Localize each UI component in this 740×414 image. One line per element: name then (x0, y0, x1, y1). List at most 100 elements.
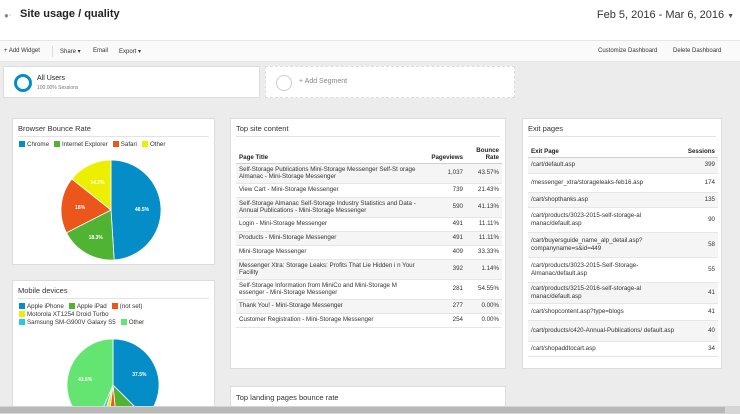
mobile-pie-chart: 37.5% 43.5% (66, 338, 160, 413)
scrollbar-thumb[interactable] (0, 407, 725, 413)
table-row[interactable]: Thank You! - Mini-Storage Messenger 277 0.… (236, 299, 502, 314)
sessions-cell: 135 (678, 192, 718, 208)
table-row[interactable]: Messenger Xtra: Storage Leaks: Profits T… (236, 259, 502, 280)
sessions-cell: 34 (678, 341, 718, 357)
exit-page-cell[interactable]: /cart/products/3023-2015-Self-Storage-Al… (528, 257, 678, 283)
segment-share: 100.00% Sessions (37, 85, 79, 91)
sessions-cell: 41 (678, 282, 718, 304)
widget-mobile-devices: Mobile devices Apple iPhone Apple iPad (no… (12, 280, 215, 414)
exit-page-cell[interactable]: /cart/default.asp (528, 157, 678, 174)
page-title-cell[interactable]: View Cart - Mini-Storage Messenger (236, 183, 424, 198)
delete-dashboard-button[interactable]: Delete Dashboard (673, 48, 721, 54)
add-segment-button[interactable]: + Add Segment (265, 66, 515, 98)
page-title-cell[interactable]: Self-Storage Information from MiniCo and… (236, 279, 424, 300)
browser-legend: Chrome Internet Explorer Safari Other (19, 141, 170, 149)
legend-swatch (19, 311, 25, 317)
table-row[interactable]: Self-Storage Almanac Self-Storage Indust… (236, 197, 502, 218)
table-row[interactable]: /cart/products/3023-2015-Self-Storage-Al… (528, 257, 718, 283)
segment-all-users[interactable]: All Users 100.00% Sessions (3, 66, 260, 98)
pageviews-cell: 1,037 (424, 163, 466, 184)
pie-slice-label: 14.2% (90, 180, 105, 186)
segment-ring-icon (14, 74, 32, 92)
page-title-cell[interactable]: Messenger Xtra: Storage Leaks: Profits T… (236, 259, 424, 280)
table-row[interactable]: /cart/shopcontent.asp?type=blogs 41 (528, 303, 718, 321)
pageviews-cell: 491 (424, 231, 466, 246)
widget-exit-pages: Exit pages Exit Page Sessions /cart/defa… (522, 118, 722, 369)
person-icon: ●⋅ (4, 11, 12, 20)
legend-item-safari: Safari (112, 141, 137, 149)
exit-pages-table: Exit Page Sessions /cart/default.asp 399/… (528, 145, 718, 357)
segment-bar: All Users 100.00% Sessions + Add Segment (0, 62, 740, 102)
pie-slice-other[interactable] (66, 338, 114, 413)
pageviews-cell: 281 (424, 279, 466, 300)
table-row[interactable]: /cart/products/c420-Annual-Publications/… (528, 320, 718, 342)
email-button[interactable]: Email (93, 48, 108, 54)
export-button[interactable]: Export ▾ (119, 48, 141, 55)
table-row[interactable]: Login - Mini-Storage Messenger 491 11.11% (236, 217, 502, 232)
widget-browser-bounce-rate: Browser Bounce Rate Chrome Internet Explo… (12, 118, 215, 265)
bounce-rate-cell: 1.14% (466, 259, 502, 280)
widget-top-site-content: Top site content Page Title Pageviews Bo… (230, 118, 506, 369)
page-title-cell[interactable]: Self-Storage Almanac Self-Storage Indust… (236, 197, 424, 218)
table-row[interactable]: /messenger_xtra/storageleaks-feb16.asp 17… (528, 173, 718, 193)
date-range-picker[interactable]: Feb 5, 2016 - Mar 6, 2016 ▼ (597, 9, 734, 21)
exit-page-cell[interactable]: /cart/shopaddtocart.asp (528, 341, 678, 357)
widget-divider (18, 298, 209, 299)
pageviews-cell: 392 (424, 259, 466, 280)
column-header-bounce-rate: Bounce Rate (466, 145, 502, 164)
exit-page-cell[interactable]: /messenger_xtra/storageleaks-feb16.asp (528, 173, 678, 193)
page-title-cell[interactable]: Self-Storage Publications Mini-Storage M… (236, 163, 424, 184)
table-row[interactable]: Self-Storage Publications Mini-Storage M… (236, 163, 502, 184)
sessions-cell: 40 (678, 320, 718, 342)
table-row[interactable]: /cart/shopaddtocart.asp 34 (528, 341, 718, 357)
horizontal-scrollbar[interactable] (0, 406, 740, 414)
table-row[interactable]: /cart/default.asp 399 (528, 157, 718, 174)
segment-name: All Users (37, 75, 66, 82)
pageviews-cell: 491 (424, 217, 466, 232)
page-title-cell[interactable]: Thank You! - Mini-Storage Messenger (236, 299, 424, 314)
customize-dashboard-button[interactable]: Customize Dashboard (598, 48, 657, 54)
top-content-table: Page Title Pageviews Bounce Rate Self-Sto… (236, 145, 502, 328)
share-button[interactable]: Share ▾ (60, 48, 81, 55)
exit-page-cell[interactable]: /cart/products/3215-2016-self-storage-al… (528, 282, 678, 304)
legend-swatch (19, 141, 25, 147)
add-widget-button[interactable]: + Add Widget (4, 48, 40, 54)
exit-page-cell[interactable]: /cart/products/3023-2015-self-storage-al… (528, 207, 678, 233)
legend-item-other: Other (141, 141, 165, 149)
bounce-rate-cell: 0.00% (466, 299, 502, 314)
page-title-cell[interactable]: Mini-Storage Messenger (236, 245, 424, 260)
table-row[interactable]: /cart/products/3023-2015-self-storage-al… (528, 207, 718, 233)
legend-swatch (141, 141, 148, 147)
table-row[interactable]: Self-Storage Information from MiniCo and… (236, 279, 502, 300)
table-row[interactable]: Mini-Storage Messenger 409 33.33% (236, 245, 502, 260)
sessions-cell: 41 (678, 303, 718, 321)
table-row[interactable]: /cart/shopthanks.asp 135 (528, 192, 718, 208)
exit-page-cell[interactable]: /cart/buyersguide_name_alp_detail.asp? c… (528, 232, 678, 258)
column-header-pageviews: Pageviews (424, 145, 466, 164)
exit-page-cell[interactable]: /cart/shopcontent.asp?type=blogs (528, 303, 678, 321)
table-row[interactable]: /cart/buyersguide_name_alp_detail.asp? c… (528, 232, 718, 258)
legend-item-apple-iphone: Apple iPhone (19, 303, 64, 311)
table-row[interactable]: Customer Registration - Mini-Storage Mes… (236, 313, 502, 328)
browser-pie-chart: 48.5% 18.3% 18% 14.2% (60, 159, 162, 261)
exit-page-cell[interactable]: /cart/products/c420-Annual-Publications/… (528, 320, 678, 342)
widget-title: Mobile devices (18, 286, 68, 295)
exit-page-cell[interactable]: /cart/shopthanks.asp (528, 192, 678, 208)
table-row[interactable]: View Cart - Mini-Storage Messenger 739 21.… (236, 183, 502, 198)
bounce-rate-cell: 11.11% (466, 217, 502, 232)
page-title-cell[interactable]: Customer Registration - Mini-Storage Mes… (236, 313, 424, 328)
toolbar-divider (52, 46, 53, 57)
dashboard-header: ●⋅ Site usage / quality Feb 5, 2016 - Ma… (0, 0, 740, 40)
pie-slice-label: 43.5% (78, 377, 93, 383)
legend-swatch (68, 303, 75, 309)
legend-swatch (120, 319, 127, 325)
widget-divider (528, 136, 716, 137)
page-title-cell[interactable]: Login - Mini-Storage Messenger (236, 217, 424, 232)
sessions-cell: 174 (678, 173, 718, 193)
legend-swatch (112, 141, 119, 147)
table-row[interactable]: /cart/products/3215-2016-self-storage-al… (528, 282, 718, 304)
page-title-cell[interactable]: Products - Mini-Storage Messenger (236, 231, 424, 246)
dashboard-canvas: Browser Bounce Rate Chrome Internet Explo… (0, 102, 740, 414)
bounce-rate-cell: 41.13% (466, 197, 502, 218)
table-row[interactable]: Products - Mini-Storage Messenger 491 11.1… (236, 231, 502, 246)
